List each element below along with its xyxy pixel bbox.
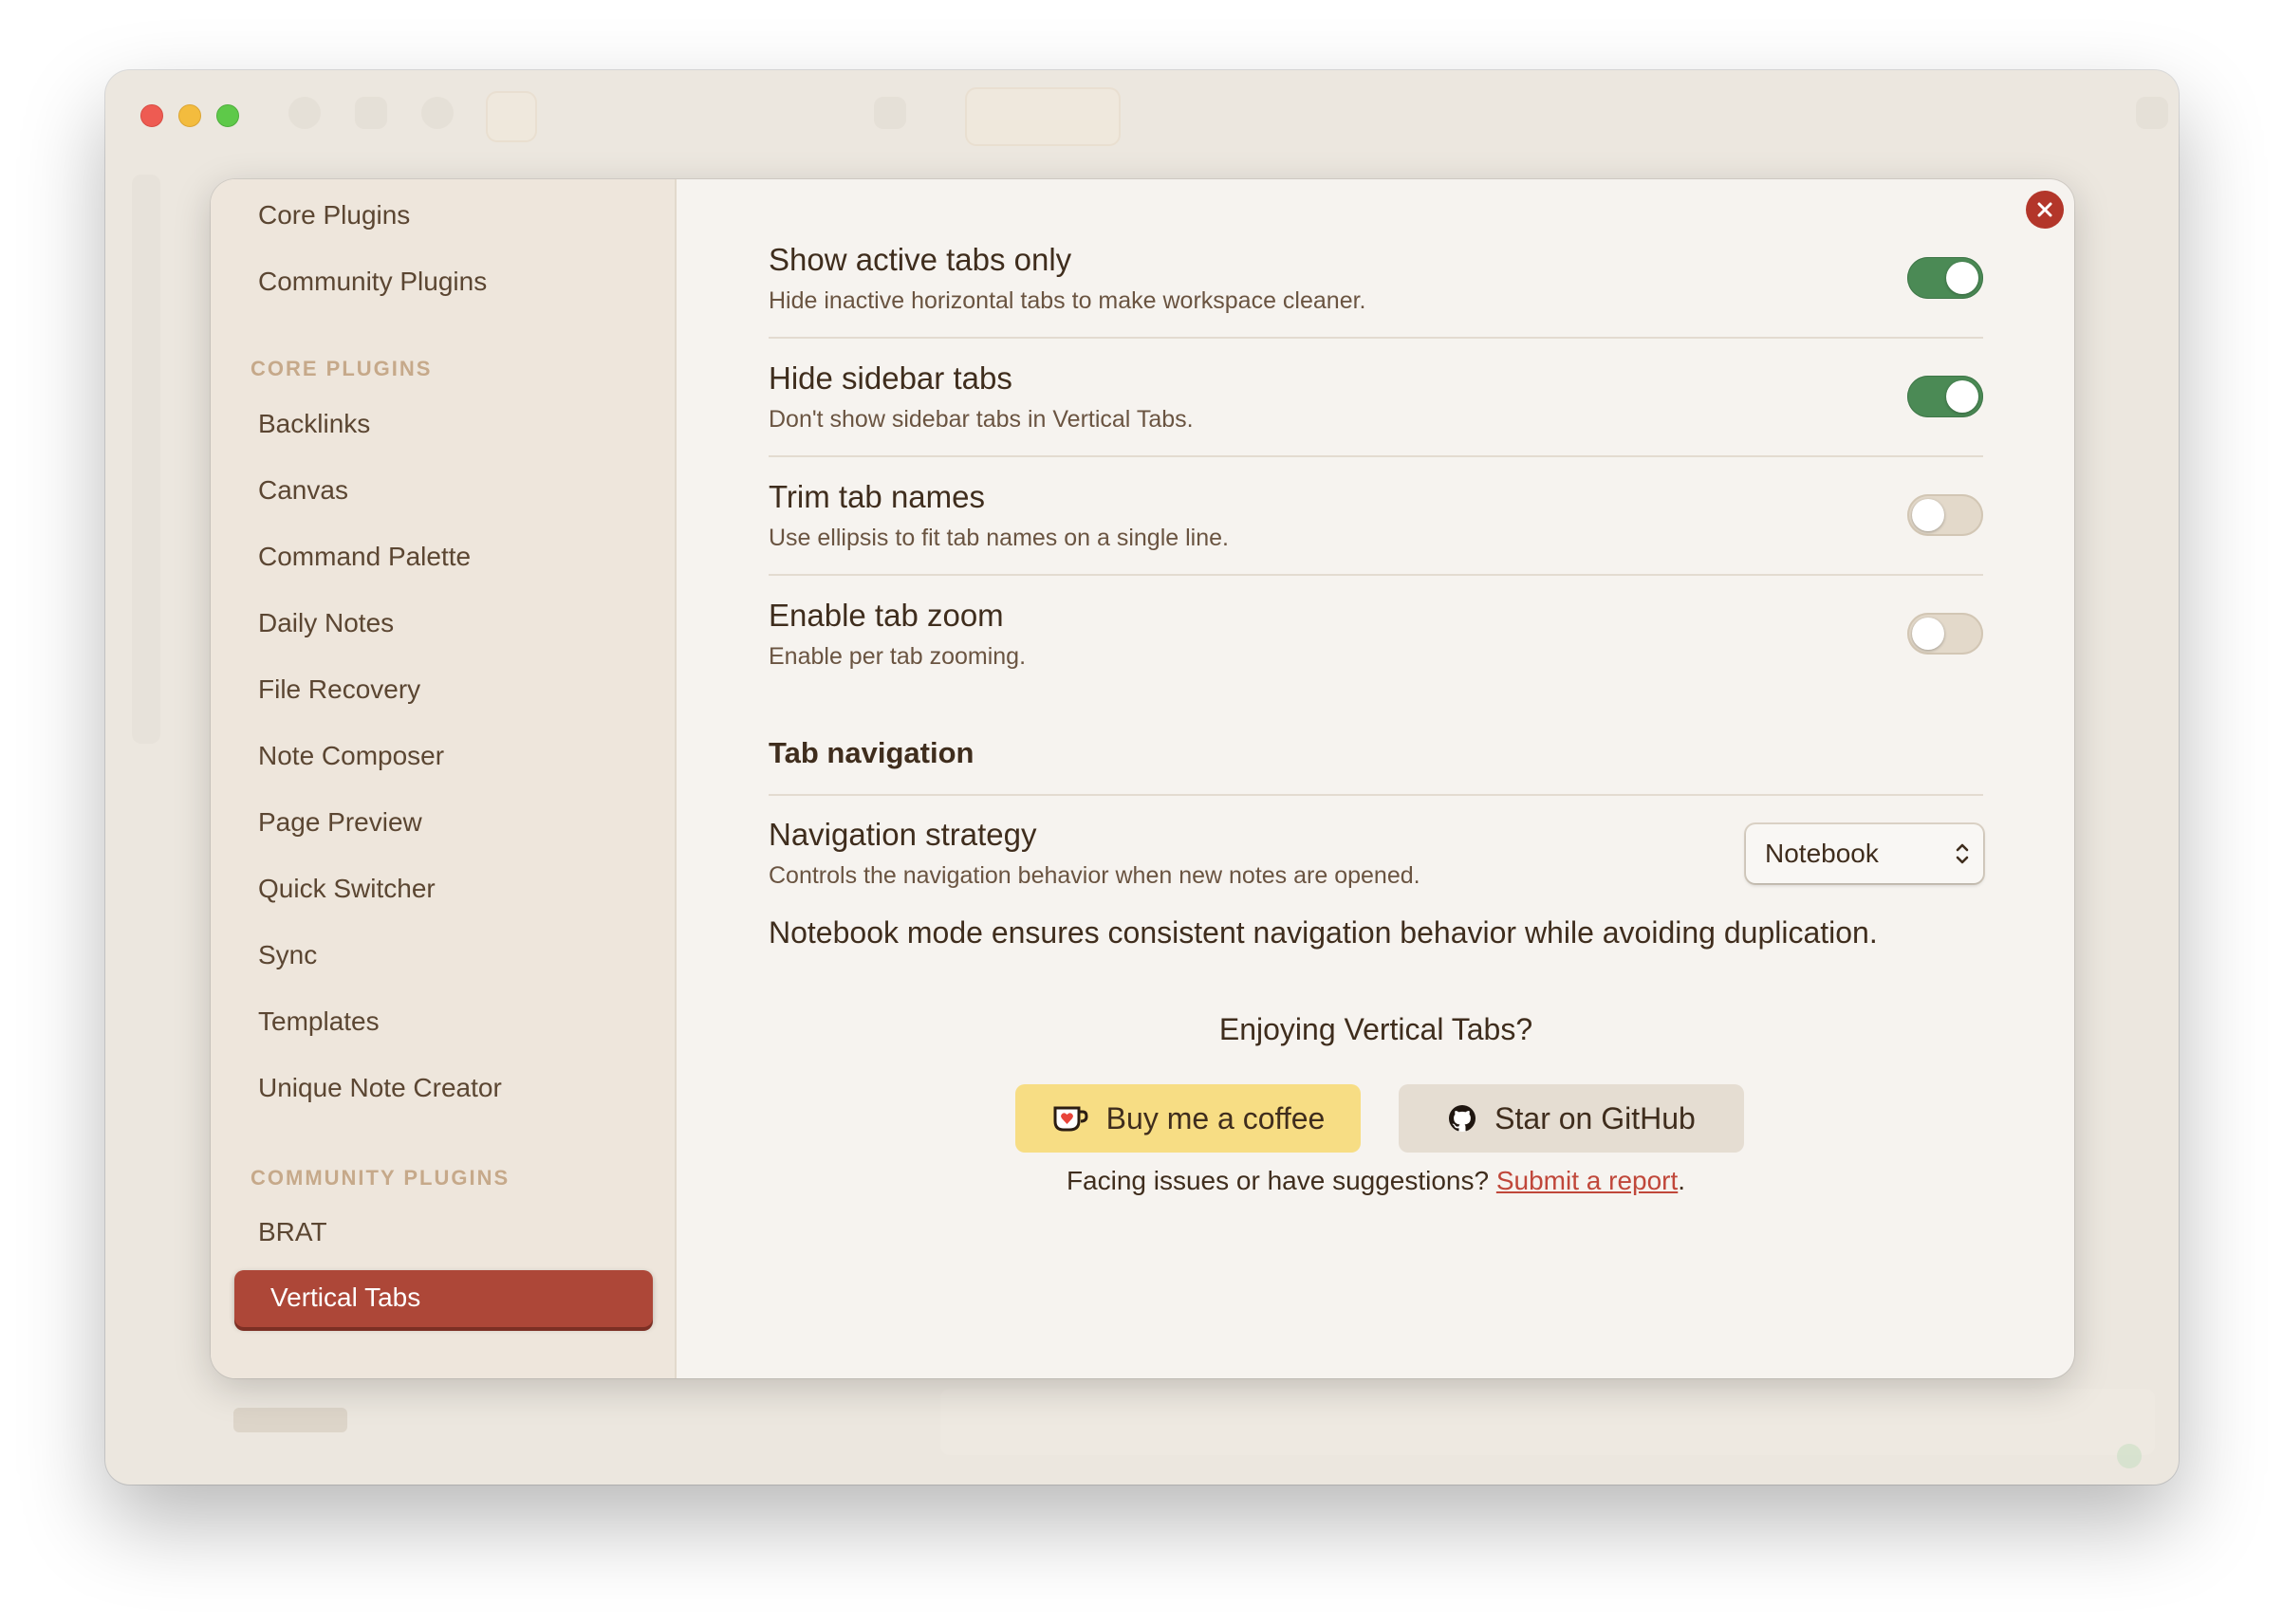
sidebar-item-templates[interactable]: Templates [258, 1003, 380, 1041]
section-heading-tab-navigation: Tab navigation [769, 736, 974, 769]
toolbar-ghost-icon [288, 97, 321, 129]
sidebar-heading-core-plugins: CORE PLUGINS [251, 357, 433, 380]
sidebar-item-unique-note-creator[interactable]: Unique Note Creator [258, 1069, 502, 1107]
select-value: Notebook [1765, 839, 1879, 868]
divider [769, 574, 1983, 576]
vault-name-ghost [233, 1408, 347, 1432]
toggle-hide-sidebar-tabs[interactable] [1907, 376, 1983, 417]
tab-ghost [967, 89, 1119, 144]
toggle-knob [1912, 499, 1944, 531]
setting-title: Hide sidebar tabs [769, 360, 1012, 396]
toggle-knob [1946, 262, 1978, 294]
toggle-trim-tab-names[interactable] [1907, 494, 1983, 536]
toggle-knob [1912, 618, 1944, 650]
feedback-suffix: . [1678, 1166, 1686, 1195]
settings-sidebar: Core Plugins Community Plugins CORE PLUG… [211, 179, 677, 1378]
sidebar-item-quick-switcher[interactable]: Quick Switcher [258, 870, 436, 908]
close-icon[interactable] [2026, 191, 2064, 229]
sidebar-item-daily-notes[interactable]: Daily Notes [258, 604, 394, 642]
feedback-line: Facing issues or have suggestions? Submi… [769, 1166, 1983, 1196]
sidebar-item-brat[interactable]: BRAT [258, 1213, 327, 1251]
toggle-knob [1946, 380, 1978, 413]
window-close-button[interactable] [140, 104, 163, 127]
sidebar-item-command-palette[interactable]: Command Palette [258, 538, 471, 576]
github-icon [1449, 1105, 1476, 1132]
toolbar-ghost-icon [2136, 97, 2168, 129]
setting-title: Trim tab names [769, 479, 986, 514]
settings-modal: Core Plugins Community Plugins CORE PLUG… [211, 179, 2074, 1378]
setting-description: Don't show sidebar tabs in Vertical Tabs… [769, 406, 1194, 433]
feedback-text: Facing issues or have suggestions? [1066, 1166, 1496, 1195]
setting-description: Enable per tab zooming. [769, 643, 1027, 670]
ko-fi-cup-icon [1053, 1106, 1088, 1132]
sidebar-item-page-preview[interactable]: Page Preview [258, 803, 422, 841]
divider [769, 455, 1983, 457]
window-zoom-button[interactable] [216, 104, 239, 127]
navigation-strategy-note: Notebook mode ensures consistent navigat… [769, 915, 1878, 950]
sidebar-item-core-plugins[interactable]: Core Plugins [258, 196, 410, 234]
statusbar-icon-ghost [2117, 1444, 2142, 1468]
toolbar-ghost-icon [355, 97, 387, 129]
sidebar-item-vertical-tabs[interactable]: Vertical Tabs [234, 1270, 653, 1327]
chevron-up-down-icon [1956, 843, 1969, 864]
sidebar-heading-community-plugins: COMMUNITY PLUGINS [251, 1166, 510, 1190]
setting-description: Controls the navigation behavior when ne… [769, 862, 1420, 889]
toggle-enable-tab-zoom[interactable] [1907, 613, 1983, 655]
enjoy-prompt: Enjoying Vertical Tabs? [1218, 1012, 1533, 1046]
ribbon-ghost [132, 175, 160, 744]
setting-title: Enable tab zoom [769, 598, 1004, 633]
buy-me-a-coffee-label: Buy me a coffee [1105, 1100, 1326, 1135]
divider [769, 337, 1983, 339]
toolbar-ghost-icon [874, 97, 906, 129]
toolbar-ghost-icon [488, 93, 535, 140]
submit-report-link[interactable]: Submit a report [1496, 1166, 1678, 1195]
window-minimize-button[interactable] [178, 104, 201, 127]
setting-title: Show active tabs only [769, 242, 1072, 277]
buy-me-a-coffee-button[interactable]: Buy me a coffee [1015, 1084, 1361, 1153]
setting-description: Use ellipsis to fit tab names on a singl… [769, 525, 1229, 551]
toolbar-ghost-icon [421, 97, 454, 129]
navigation-strategy-select[interactable]: Notebook [1746, 824, 1983, 883]
sidebar-item-backlinks[interactable]: Backlinks [258, 405, 370, 443]
sidebar-item-note-composer[interactable]: Note Composer [258, 737, 444, 775]
sidebar-item-file-recovery[interactable]: File Recovery [258, 671, 420, 709]
star-on-github-label: Star on GitHub [1494, 1100, 1696, 1135]
setting-description: Hide inactive horizontal tabs to make wo… [769, 287, 1366, 314]
statusbar-ghost [940, 1389, 2155, 1455]
sidebar-item-sync[interactable]: Sync [258, 936, 317, 974]
toggle-show-active-tabs-only[interactable] [1907, 257, 1983, 299]
sidebar-item-canvas[interactable]: Canvas [258, 471, 348, 509]
divider [769, 794, 1983, 796]
setting-title: Navigation strategy [769, 817, 1037, 852]
star-on-github-button[interactable]: Star on GitHub [1399, 1084, 1744, 1153]
sidebar-item-community-plugins[interactable]: Community Plugins [258, 263, 487, 301]
